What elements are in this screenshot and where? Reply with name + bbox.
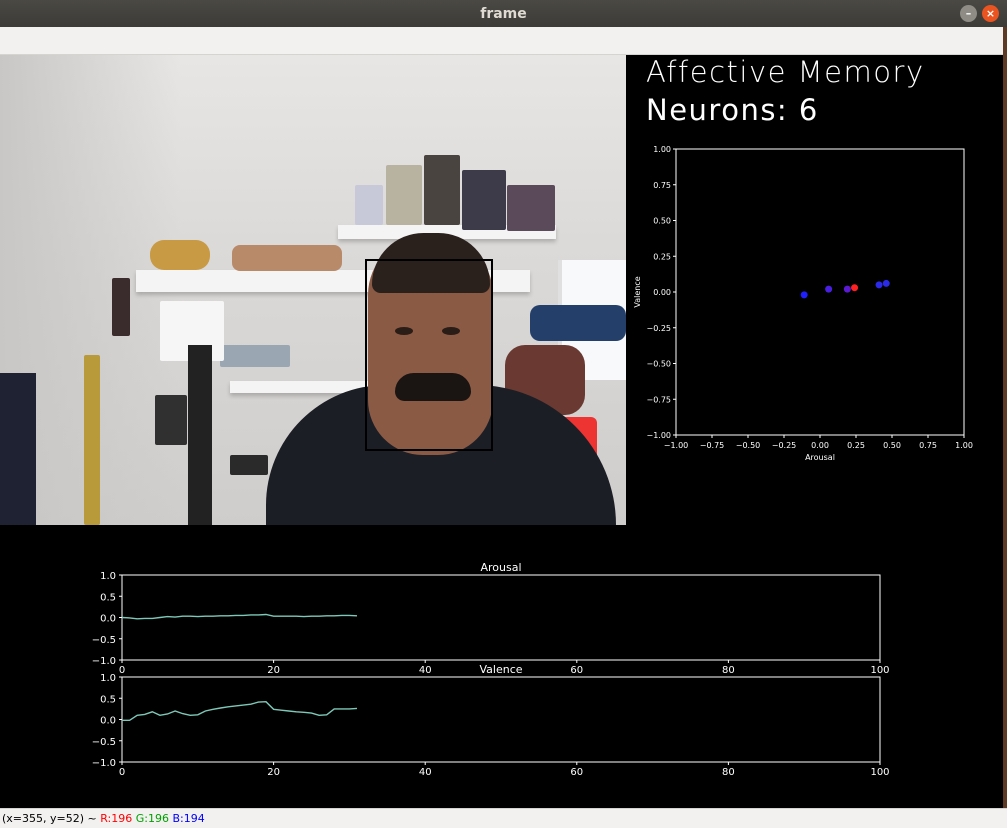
arousal-y-tick-label: −1.0 xyxy=(92,656,116,667)
arousal-series-line xyxy=(121,613,358,620)
arousal-y-tick-label: 1.0 xyxy=(100,571,116,582)
memory-title: Affective Memory xyxy=(646,55,925,89)
y-tick-label: 0.00 xyxy=(653,288,671,297)
toy-box xyxy=(386,165,422,225)
x-tick-label: 0.25 xyxy=(847,441,865,450)
toy-cars xyxy=(220,345,290,367)
neurons-label: Neurons: xyxy=(646,93,789,127)
status-blue: B:194 xyxy=(172,812,205,825)
frame-canvas[interactable]: Affective Memory Neurons: 6 −1.00 −0.75 −0… xyxy=(0,55,1003,808)
x-axis-label: Arousal xyxy=(805,453,835,462)
memory-neuron-point xyxy=(800,291,808,299)
plush-toy xyxy=(150,240,210,270)
valence-x-tick-label: 20 xyxy=(267,767,280,778)
valence-x-tick-label: 0 xyxy=(119,767,125,778)
neurons-readout: Neurons: 6 xyxy=(646,93,819,127)
memory-neuron-point xyxy=(875,281,883,289)
status-red: R:196 xyxy=(100,812,133,825)
valence-plot-frame xyxy=(121,676,881,763)
valence-y-tick-label: 0.0 xyxy=(100,716,116,727)
x-tick-label: −0.25 xyxy=(772,441,797,450)
arousal-plot-frame xyxy=(121,574,881,661)
x-tick-label: 0.00 xyxy=(811,441,829,450)
arousal-x-tick-label: 40 xyxy=(419,665,432,676)
y-tick-label: −0.50 xyxy=(646,360,671,369)
x-tick-label: 0.75 xyxy=(919,441,937,450)
yellow-figure xyxy=(84,355,100,525)
face-detection-box xyxy=(365,259,493,451)
valence-y-tick-label: 1.0 xyxy=(100,673,116,684)
x-tick-label: −1.00 xyxy=(664,441,689,450)
y-tick-label: 0.50 xyxy=(653,217,671,226)
arousal-y-tick-label: 0.5 xyxy=(100,592,116,603)
arousal-y-tick-label: 0.0 xyxy=(100,614,116,625)
y-tick-label: −1.00 xyxy=(646,431,671,440)
memory-neuron-point xyxy=(882,279,890,287)
valence-y-tick-label: −0.5 xyxy=(92,737,116,748)
chair-back xyxy=(0,373,36,525)
valence-x-tick-label: 100 xyxy=(870,767,889,778)
toy-car xyxy=(530,305,626,341)
wall-poster xyxy=(112,278,130,336)
scatter-plot-frame xyxy=(675,148,965,436)
camera-feed xyxy=(0,55,626,525)
figure-group xyxy=(232,245,342,271)
valence-x-tick-label: 40 xyxy=(419,767,432,778)
arousal-x-tick-label: 0 xyxy=(119,665,125,676)
valence-x-tick-label: 80 xyxy=(722,767,735,778)
arousal-x-tick-label: 80 xyxy=(722,665,735,676)
status-green: G:196 xyxy=(135,812,169,825)
arousal-plot-title: Arousal xyxy=(480,561,521,574)
arousal-x-tick-label: 100 xyxy=(870,665,889,676)
valence-series-line xyxy=(122,700,358,722)
x-tick-label: −0.75 xyxy=(700,441,725,450)
valence-y-tick-label: −1.0 xyxy=(92,758,116,769)
window-titlebar[interactable]: frame – × xyxy=(0,0,1007,27)
close-button[interactable]: × xyxy=(982,5,999,22)
minimize-button[interactable]: – xyxy=(960,5,977,22)
x-tick-label: 0.50 xyxy=(883,441,901,450)
arousal-y-tick-label: −0.5 xyxy=(92,635,116,646)
valence-plot-title: Valence xyxy=(479,663,522,676)
window-edge xyxy=(1003,27,1007,828)
neurons-count: 6 xyxy=(798,93,819,127)
close-icon: × xyxy=(985,7,996,20)
memory-neuron-point xyxy=(851,284,859,292)
y-tick-label: 1.00 xyxy=(653,145,671,154)
x-tick-label: 1.00 xyxy=(955,441,973,450)
memory-neuron-point xyxy=(843,285,851,293)
lamp-base xyxy=(230,455,268,475)
toolbar xyxy=(0,27,1007,55)
toy-box xyxy=(355,185,383,225)
valence-x-tick-label: 60 xyxy=(570,767,583,778)
status-bar: (x=355, y=52) ~ R:196 G:196 B:194 xyxy=(0,808,1007,828)
affective-memory-scatter: −1.00 −0.75 −0.50 −0.25 0.00 0.25 0.50 0.75 1.00… xyxy=(633,145,973,462)
y-tick-label: 0.25 xyxy=(653,252,671,261)
y-tick-label: 0.75 xyxy=(653,181,671,190)
monitor xyxy=(188,345,212,525)
y-tick-label: −0.75 xyxy=(646,395,671,404)
arousal-valence-timeseries: Arousal 0 20 40 60 80 100 1.0 0.5 0.0 −0.5 −1.0 Vale… xyxy=(92,561,890,778)
arousal-x-tick-label: 20 xyxy=(267,665,280,676)
minimize-icon: – xyxy=(965,7,972,20)
toy-box xyxy=(507,185,555,231)
arousal-x-tick-label: 60 xyxy=(570,665,583,676)
toy-box xyxy=(462,170,506,230)
status-coords: (x=355, y=52) ~ xyxy=(2,812,97,825)
memory-neuron-point xyxy=(825,285,833,293)
device xyxy=(155,395,187,445)
y-tick-label: −0.25 xyxy=(646,324,671,333)
toy-box xyxy=(424,155,460,225)
y-axis-label: Valence xyxy=(633,276,642,307)
valence-y-tick-label: 0.5 xyxy=(100,694,116,705)
x-tick-label: −0.50 xyxy=(736,441,761,450)
window-title: frame xyxy=(480,5,527,22)
